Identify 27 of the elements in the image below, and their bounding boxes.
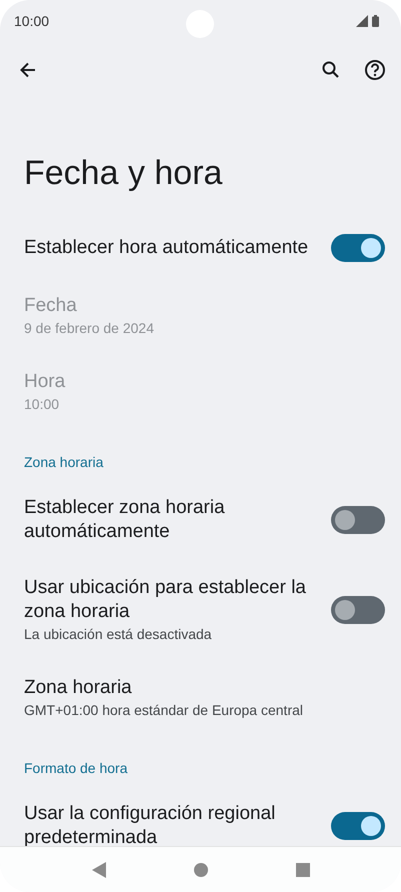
setting-title: Establecer hora automáticamente — [24, 236, 310, 260]
toggle-switch[interactable] — [331, 812, 385, 840]
section-header: Formato de hora — [23, 759, 128, 778]
toggle-switch[interactable] — [331, 506, 385, 534]
setting-summary: 10:00 — [24, 395, 60, 414]
status-time: 10:00 — [14, 12, 50, 30]
setting-title: Usar la configuración regional predeterminada — [24, 802, 276, 850]
setting-summary: GMT+01:00 hora estándar de Europa central — [24, 701, 304, 720]
setting-summary: La ubicación está desactivada — [24, 625, 213, 644]
setting-title: Usar ubicación para establecer la zona horaria — [24, 576, 307, 624]
back-nav-icon[interactable] — [92, 862, 106, 878]
signal-icon — [356, 15, 368, 27]
setting-title: Zona horaria — [24, 676, 133, 700]
setting-summary: 9 de febrero de 2024 — [24, 319, 155, 338]
battery-icon — [372, 15, 379, 27]
back-icon[interactable] — [18, 60, 38, 80]
section-header: Zona horaria — [23, 453, 104, 472]
help-icon[interactable] — [364, 59, 386, 81]
setting-title: Establecer zona horaria automáticamente — [24, 496, 226, 544]
setting-title: Hora — [24, 370, 66, 394]
toggle-switch[interactable] — [331, 234, 385, 262]
page-title: Fecha y hora — [23, 153, 224, 194]
search-icon[interactable] — [321, 60, 341, 80]
toggle-switch[interactable] — [331, 596, 385, 624]
home-nav-icon[interactable] — [192, 862, 208, 878]
recents-nav-icon[interactable] — [296, 862, 310, 876]
setting-title: Fecha — [24, 294, 78, 318]
